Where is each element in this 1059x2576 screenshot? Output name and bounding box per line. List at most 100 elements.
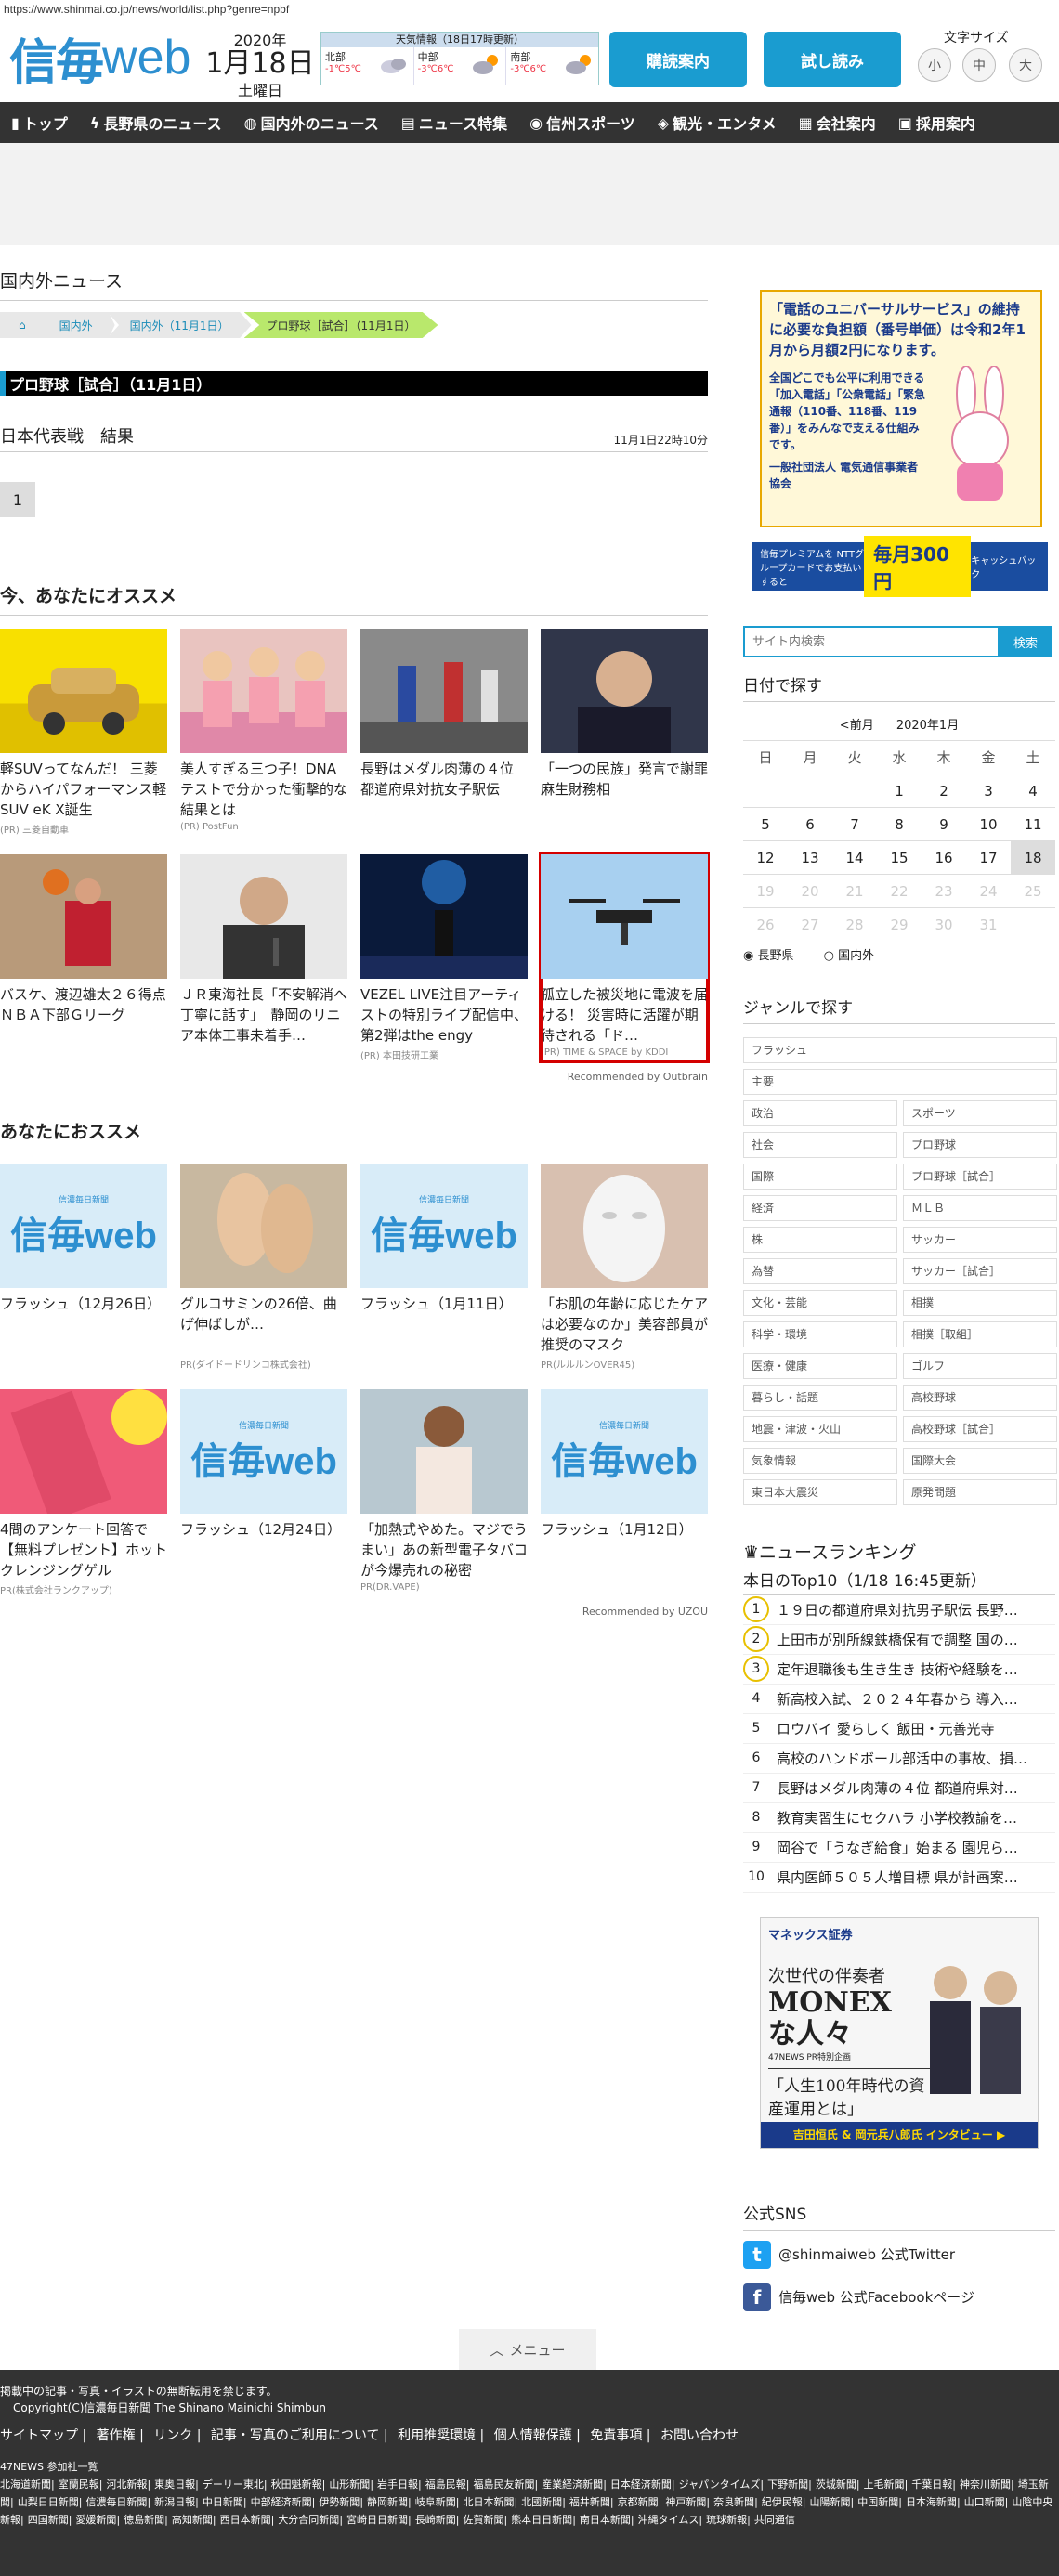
ranking-item[interactable]: 10 県内医師５０５人増目標 県が計画案… [743, 1863, 1055, 1893]
premium-cashback-ad[interactable]: 信毎プレミアムを NTTグループカードでお支払いすると 毎月300円 キャッシュ… [752, 536, 1048, 597]
ranking-item[interactable]: 6 高校のハンドボール部活中の事故、損… [743, 1744, 1055, 1774]
footer-link[interactable]: 個人情報保護 [494, 2428, 572, 2443]
subscribe-button[interactable]: 購読案内 [609, 32, 747, 87]
radio-nagano[interactable]: ◉ 長野県 [743, 949, 807, 963]
newspaper-link[interactable]: 産業経済新聞 [542, 2478, 603, 2491]
ranking-item[interactable]: 7 長野はメダル肉薄の４位 都道府県対… [743, 1774, 1055, 1803]
newspaper-link[interactable]: 西日本新聞 [220, 2514, 271, 2526]
recommend-card[interactable]: 「一つの民族」発言で謝罪 麻生財務相 [541, 629, 708, 836]
genre-link[interactable]: 暮らし・話題 [743, 1384, 897, 1411]
recommend-card-highlighted[interactable]: 孤立した被災地に電波を届ける！ 災害時に活躍が期待される「ド… (PR) TIM… [539, 852, 710, 1063]
genre-link[interactable]: 文化・芸能 [743, 1289, 897, 1316]
genre-link[interactable]: 原発問題 [903, 1478, 1057, 1505]
genre-link[interactable]: 東日本大震災 [743, 1478, 897, 1505]
search-button[interactable]: 検索 [1000, 626, 1052, 657]
recommend-card[interactable]: 「加熱式やめた。マジでうまい」あの新型電子タバコが今爆売れの秘密 PR(DR.V… [360, 1389, 528, 1596]
trial-button[interactable]: 試し読み [764, 32, 901, 87]
nav-recruit[interactable]: ▣ 採用案内 [887, 111, 987, 134]
breadcrumb-world[interactable]: 国内外 [36, 312, 115, 338]
newspaper-link[interactable]: 福井新聞 [569, 2496, 610, 2508]
ranking-item[interactable]: 3 定年退職後も生き生き 技術や経験を… [743, 1655, 1055, 1685]
newspaper-link[interactable]: 山形新聞 [329, 2478, 370, 2491]
site-logo[interactable]: 信毎 web [9, 28, 195, 90]
ranking-item[interactable]: 9 岡谷で「うなぎ給食」始まる 園児ら… [743, 1833, 1055, 1863]
genre-link[interactable]: ＭＬＢ [903, 1194, 1057, 1221]
newspaper-link[interactable]: 東奥日報 [154, 2478, 195, 2491]
universal-service-ad[interactable]: 「電話のユニバーサルサービス」の維持に必要な負担額（番号単価）は令和2年1月から… [760, 290, 1042, 527]
article-title-link[interactable]: 日本代表戦 結果 [0, 423, 134, 448]
outbrain-credit[interactable]: Recommended by Outbrain [0, 1071, 708, 1083]
newspaper-link[interactable]: 共同通信 [754, 2514, 795, 2526]
newspaper-link[interactable]: デーリー東北 [203, 2478, 264, 2491]
recommend-card[interactable]: 長野はメダル肉薄の４位 都道府県対抗女子駅伝 [360, 629, 528, 836]
newspaper-link[interactable]: 日本海新聞 [906, 2496, 957, 2508]
recommend-card[interactable]: VEZEL LIVE注目アーティストの特別ライブ配信中、第2弾はthe engy… [360, 854, 528, 1061]
genre-link[interactable]: 気象情報 [743, 1447, 897, 1474]
recommend-card[interactable]: 信濃毎日新聞 信毎web フラッシュ（1月11日） [360, 1164, 528, 1371]
genre-link[interactable]: 社会 [743, 1131, 897, 1158]
font-medium-button[interactable]: 中 [962, 48, 996, 82]
calendar-day[interactable]: 2 [922, 774, 966, 808]
nav-company[interactable]: ▦ 会社案内 [788, 111, 887, 134]
newspaper-link[interactable]: 高知新聞 [172, 2514, 213, 2526]
footer-link[interactable]: 著作権 [97, 2428, 136, 2443]
genre-link[interactable]: 国際大会 [903, 1447, 1057, 1474]
newspaper-link[interactable]: 熊本日日新聞 [511, 2514, 572, 2526]
font-small-button[interactable]: 小 [918, 48, 951, 82]
newspaper-link[interactable]: 室蘭民報 [59, 2478, 99, 2491]
recommend-card[interactable]: 4問のアンケート回答で【無料プレゼント】ホットクレンジングゲル PR(株式会社ラ… [0, 1389, 167, 1596]
calendar-day[interactable]: 4 [1011, 774, 1055, 808]
newspaper-link[interactable]: 神奈川新聞 [960, 2478, 1011, 2491]
newspaper-link[interactable]: 愛媛新聞 [75, 2514, 116, 2526]
recommend-card[interactable]: 美人すぎる三つ子！DNAテストで分かった衝撃的な結果とは (PR) PostFu… [180, 629, 347, 836]
newspaper-link[interactable]: 信濃毎日新聞 [85, 2496, 147, 2508]
newspaper-link[interactable]: 京都新聞 [618, 2496, 659, 2508]
ranking-item[interactable]: 2 上田市が別所線鉄橋保有で調整 国の… [743, 1625, 1055, 1655]
recommend-card[interactable]: 信濃毎日新聞 信毎web フラッシュ（12月26日） [0, 1164, 167, 1371]
breadcrumb-world-date[interactable]: 国内外（11月1日） [107, 312, 252, 338]
footer-link[interactable]: リンク [153, 2428, 192, 2443]
newspaper-link[interactable]: 岐阜新聞 [415, 2496, 456, 2508]
nav-top[interactable]: ▮ トップ [0, 111, 79, 134]
footer-link[interactable]: 免責事項 [590, 2428, 642, 2443]
newspaper-link[interactable]: 北國新聞 [521, 2496, 562, 2508]
newspaper-link[interactable]: 山梨日日新聞 [18, 2496, 79, 2508]
recommend-card[interactable]: グルコサミンの26倍、曲げ伸ばしが… PR(ダイドードリンコ株式会社) [180, 1164, 347, 1371]
radio-world[interactable]: ○ 国内外 [824, 949, 888, 963]
newspaper-link[interactable]: 徳島新聞 [124, 2514, 164, 2526]
footer-link[interactable]: 記事・写真のご利用について [211, 2428, 380, 2443]
newspaper-link[interactable]: 伊勢新聞 [319, 2496, 360, 2508]
recommend-card[interactable]: 信濃毎日新聞 信毎web フラッシュ（12月24日） [180, 1389, 347, 1596]
genre-link[interactable]: 為替 [743, 1257, 897, 1284]
newspaper-link[interactable]: 北日本新聞 [463, 2496, 514, 2508]
newspaper-link[interactable]: 上毛新聞 [864, 2478, 905, 2491]
calendar-day[interactable]: 13 [788, 840, 832, 875]
newspaper-link[interactable]: 中日新聞 [203, 2496, 243, 2508]
genre-link[interactable]: 政治 [743, 1099, 897, 1126]
newspaper-link[interactable]: 紀伊民報 [762, 2496, 803, 2508]
nav-nagano[interactable]: ϟ 長野県のニュース [79, 111, 233, 134]
calendar-day[interactable]: 9 [922, 807, 966, 841]
calendar-day[interactable]: 11 [1011, 807, 1055, 841]
breadcrumb-home[interactable]: ⌂ [0, 312, 45, 338]
newspaper-link[interactable]: 新潟日報 [154, 2496, 195, 2508]
font-large-button[interactable]: 大 [1009, 48, 1042, 82]
recommend-card[interactable]: 軽SUVってなんだ！ 三菱からハイパフォーマンス軽SUV eK X誕生 (PR)… [0, 629, 167, 836]
genre-link[interactable]: 科学・環境 [743, 1321, 897, 1347]
genre-link[interactable]: 地震・津波・火山 [743, 1415, 897, 1442]
recommend-card[interactable]: ＪＲ東海社長「不安解消へ丁寧に話す」 静岡のリニア本体工事未着手… [180, 854, 347, 1061]
ranking-item[interactable]: 5 ロウバイ 愛らしく 飯田・元善光寺 [743, 1714, 1055, 1744]
genre-link[interactable]: 主要 [743, 1068, 1057, 1095]
nav-sports[interactable]: ◉ 信州スポーツ [518, 111, 647, 134]
genre-link[interactable]: サッカー [903, 1226, 1057, 1253]
newspaper-link[interactable]: 河北新報 [106, 2478, 147, 2491]
genre-link[interactable]: 高校野球［試合］ [903, 1415, 1057, 1442]
genre-link[interactable]: プロ野球［試合］ [903, 1163, 1057, 1190]
weather-widget[interactable]: 天気情報（18日17時更新） 北部 -1℃5℃ 中部 -3℃6℃ 南部 -3℃6… [320, 32, 599, 85]
twitter-link[interactable]: t @shinmaiweb 公式Twitter [743, 2236, 1055, 2273]
calendar-day[interactable]: 1 [877, 774, 922, 808]
newspaper-link[interactable]: 静岡新聞 [367, 2496, 408, 2508]
recommend-card[interactable]: 信濃毎日新聞 信毎web フラッシュ（1月12日） [541, 1389, 708, 1596]
facebook-link[interactable]: f 信毎web 公式Facebookページ [743, 2279, 1055, 2316]
genre-link[interactable]: 経済 [743, 1194, 897, 1221]
